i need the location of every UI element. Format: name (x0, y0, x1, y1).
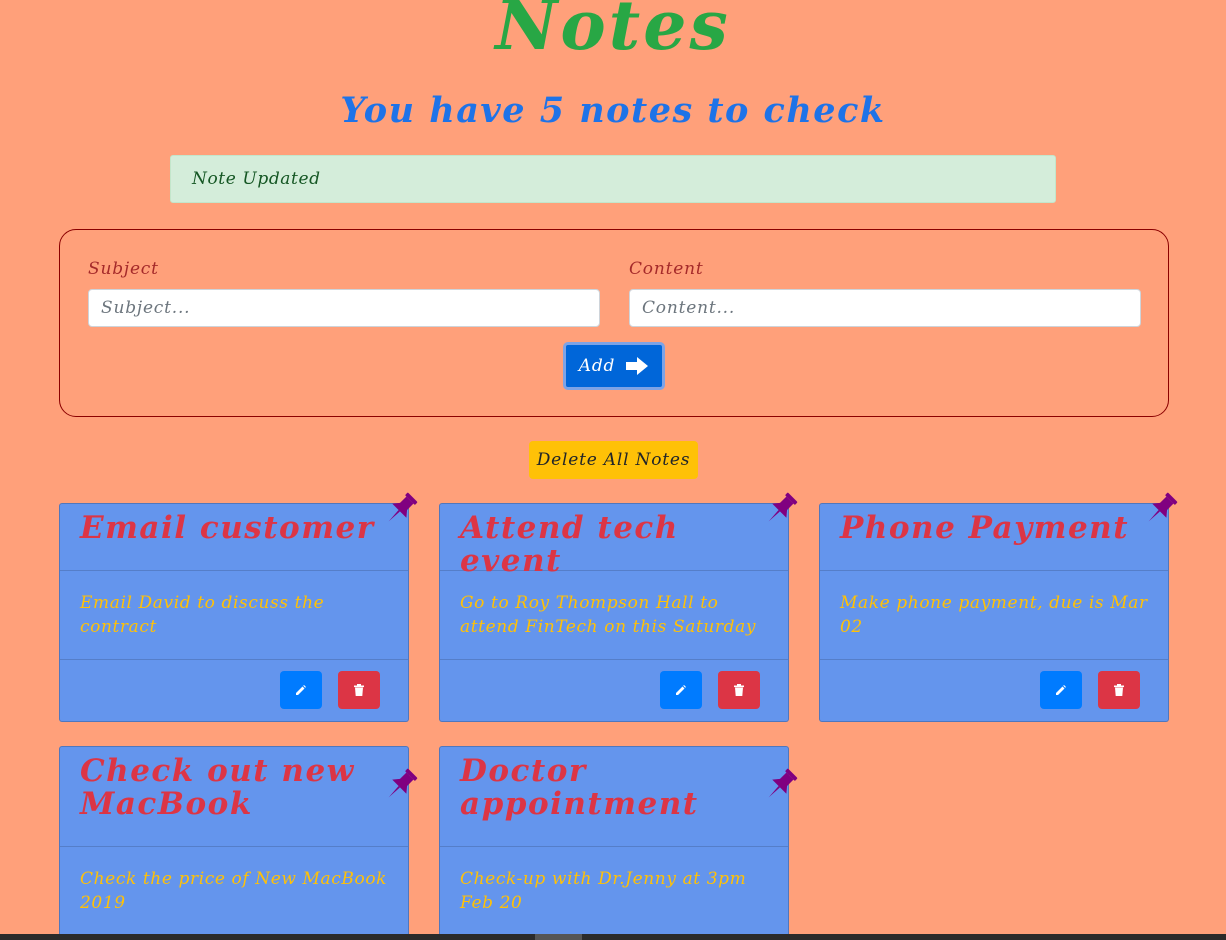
add-note-form: Subject Content Add (59, 229, 1169, 417)
pencil-icon (1056, 685, 1066, 695)
note-content: Check-up with Dr.Jenny at 3pm Feb 20 (460, 869, 747, 913)
add-button-label: Add (578, 356, 616, 376)
note-content: Check the price of New MacBook 2019 (80, 869, 388, 913)
note-content: Email David to discuss the contract (60, 571, 408, 660)
pencil-icon (676, 685, 686, 695)
delete-note-button[interactable] (1098, 671, 1140, 709)
note-card-header: Email customer (60, 504, 408, 571)
status-alert: Note Updated (170, 155, 1056, 203)
pushpin-icon (1148, 492, 1178, 522)
add-note-button[interactable]: Add (563, 342, 665, 390)
note-title: Check out new MacBook (80, 753, 355, 822)
content-input[interactable] (629, 289, 1141, 327)
subject-label: Subject (88, 259, 159, 279)
note-title: Attend tech event (460, 510, 679, 579)
note-card: Check out new MacBook Check the price of… (59, 746, 409, 940)
note-card-header: Doctor appointment (440, 747, 788, 847)
note-card-footer (60, 660, 408, 722)
note-title: Doctor appointment (460, 753, 699, 822)
note-card-header: Check out new MacBook (60, 747, 408, 847)
note-card-header: Attend tech event (440, 504, 788, 578)
trash-icon (354, 684, 364, 696)
note-title: Phone Payment (840, 510, 1130, 546)
trash-icon (1114, 684, 1124, 696)
notes-app: Notes You have 5 notes to check Note Upd… (0, 0, 1226, 940)
app-title: Notes (495, 0, 731, 66)
arrow-right-icon (626, 357, 649, 375)
content-label: Content (629, 259, 704, 279)
delete-note-button[interactable] (338, 671, 380, 709)
note-card: Email customer Email David to discuss th… (59, 503, 409, 722)
pushpin-icon (768, 768, 798, 798)
pushpin-icon (768, 492, 798, 522)
note-card: Phone Payment Make phone payment, due is… (819, 503, 1169, 722)
note-card-footer (440, 660, 788, 722)
note-card-footer (820, 660, 1168, 722)
pencil-icon (296, 685, 306, 695)
delete-note-button[interactable] (718, 671, 760, 709)
subject-input[interactable] (88, 289, 600, 327)
pushpin-icon (388, 768, 418, 798)
notes-count-heading: You have 5 notes to check (340, 90, 886, 131)
note-title: Email customer (80, 510, 375, 546)
horizontal-scrollbar[interactable] (0, 934, 1226, 940)
note-content: Go to Roy Thompson Hall to attend FinTec… (440, 571, 788, 660)
trash-icon (734, 684, 744, 696)
edit-note-button[interactable] (1040, 671, 1082, 709)
edit-note-button[interactable] (280, 671, 322, 709)
edit-note-button[interactable] (660, 671, 702, 709)
note-content: Make phone payment, due is Mar 02 (820, 571, 1168, 660)
scrollbar-thumb[interactable] (535, 934, 582, 940)
note-card: Attend tech event Go to Roy Thompson Hal… (439, 503, 789, 722)
pushpin-icon (388, 492, 418, 522)
note-card: Doctor appointment Check-up with Dr.Jenn… (439, 746, 789, 940)
delete-all-notes-button[interactable]: Delete All Notes (529, 441, 698, 479)
note-card-header: Phone Payment (820, 504, 1168, 571)
